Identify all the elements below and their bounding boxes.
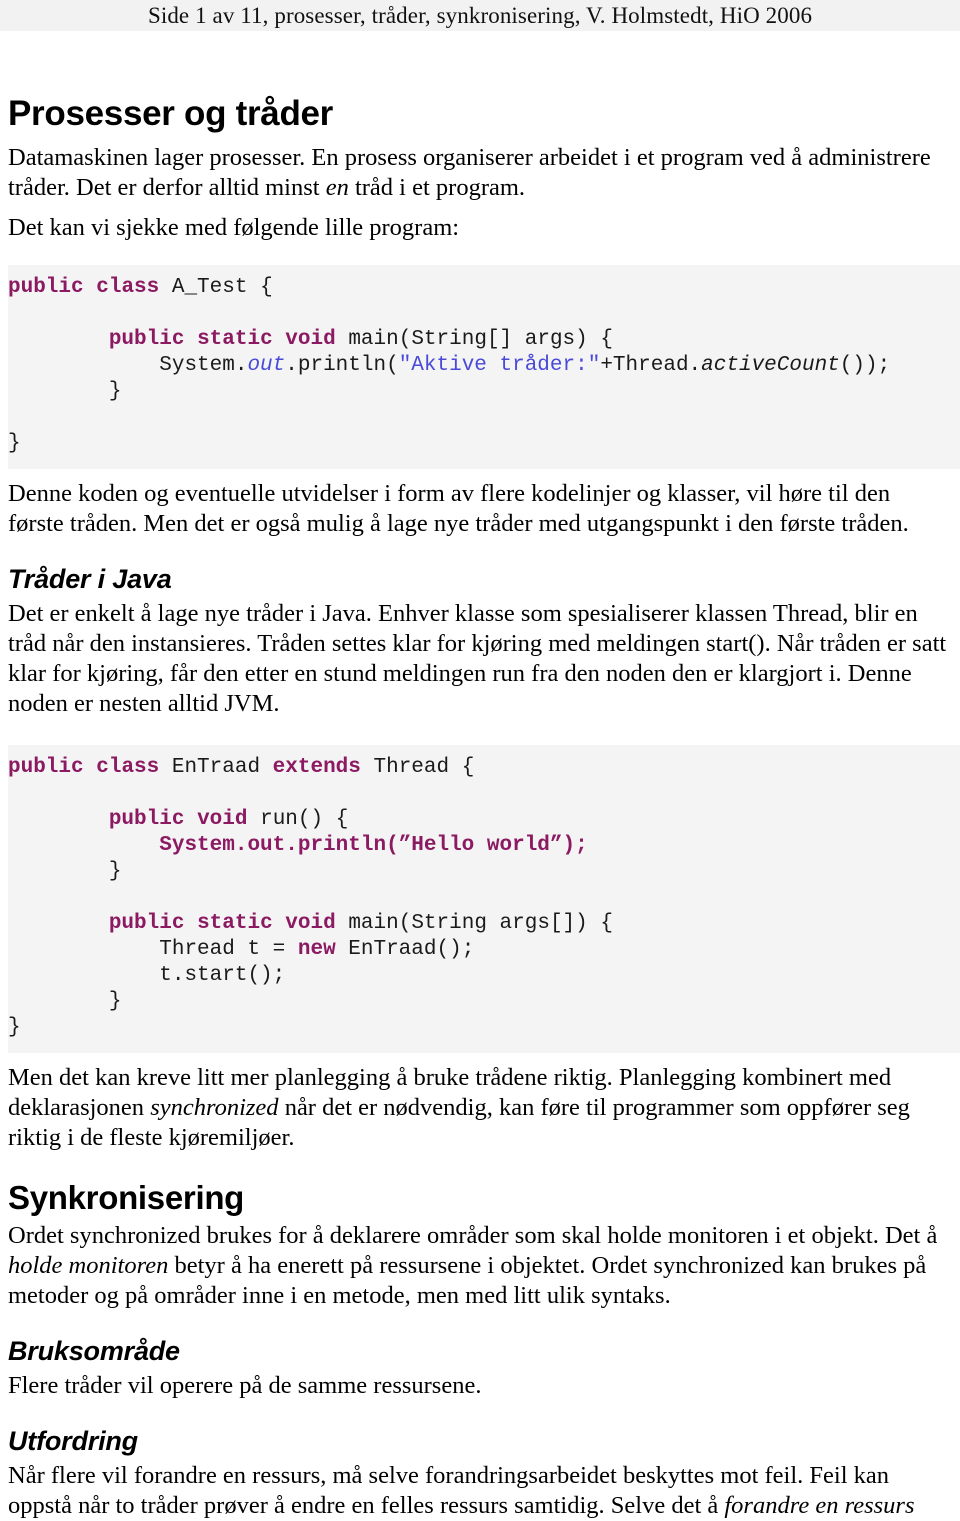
para2-emphasis-synchronized: synchronized	[150, 1094, 279, 1121]
code-start-call: t.start();	[159, 964, 286, 987]
document-page: Side 1 av 11, prosesser, tråder, synkron…	[0, 0, 960, 1519]
paragraph-after-code-2: Men det kan kreve litt mer planlegging å…	[8, 1063, 950, 1153]
paragraph-bruksomrade: Flere tråder vil operere på de samme res…	[8, 1372, 482, 1399]
page-title: Prosesser og tråder	[8, 94, 334, 133]
code-keyword: extends	[272, 756, 361, 779]
code-keyword: void	[285, 912, 336, 935]
code-keyword-new: new	[297, 938, 336, 961]
code-keyword: public	[8, 276, 84, 299]
code-keyword: class	[96, 756, 160, 779]
code-method-signature: main(String[] args) {	[335, 328, 613, 351]
heading-bruksomrade: Bruksområde	[8, 1336, 180, 1366]
code-keyword: void	[197, 808, 248, 831]
heading-synkronisering: Synkronisering	[8, 1179, 245, 1216]
code-keyword: static	[197, 912, 273, 935]
lead-in-code-1: Det kan vi sjekke med følgende lille pro…	[8, 214, 460, 241]
code-keyword: static	[197, 328, 273, 351]
paragraph-synkronisering: Ordet synchronized brukes for å deklarer…	[8, 1221, 950, 1311]
code-classname: A_Test {	[159, 276, 273, 299]
paragraph-trader-i-java: Det er enkelt å lage nye tråder i Java. …	[8, 600, 947, 717]
code-keyword: class	[96, 276, 160, 299]
page-running-header: Side 1 av 11, prosesser, tråder, synkron…	[0, 0, 960, 31]
code-member-out: out	[247, 354, 286, 377]
code-superclass: Thread {	[360, 756, 475, 779]
synk-emphasis-holde-monitoren: holde monitoren	[8, 1252, 169, 1279]
code-keyword: public	[108, 912, 185, 935]
running-head-text: Side 1 av 11, prosesser, tråder, synkron…	[147, 2, 813, 28]
code-block-java-a-test: public class A_Test { public static void…	[8, 265, 960, 469]
code-println-hello-world: System.out.println(”Hello world”);	[159, 834, 588, 857]
code-block-java-entraad: public class EnTraad extends Thread { pu…	[8, 745, 960, 1053]
intro-emphasis: en	[325, 174, 349, 201]
paragraph-utfordring: Når flere vil forandre en ressurs, må se…	[8, 1461, 950, 1521]
code-keyword: public	[8, 756, 84, 779]
document-body: Prosesser og tråder Datamaskinen lager p…	[0, 94, 960, 1521]
code-classname: EnTraad	[159, 756, 273, 779]
heading-trader-i-java: Tråder i Java	[8, 564, 172, 594]
code-member-activecount: activeCount	[701, 354, 840, 377]
synk-part1: Ordet synchronized brukes for å deklarer…	[8, 1222, 938, 1249]
code-keyword: public	[108, 808, 185, 831]
code-keyword: public	[108, 328, 185, 351]
heading-utfordring: Utfordring	[8, 1426, 138, 1456]
code-keyword: void	[285, 328, 336, 351]
intro-text-part2: tråd i et program.	[348, 174, 526, 201]
code-method-signature: main(String args[]) {	[335, 912, 613, 935]
intro-paragraph: Datamaskinen lager prosesser. En prosess…	[8, 143, 950, 203]
paragraph-after-code-1: Denne koden og eventuelle utvidelser i f…	[8, 480, 909, 537]
code-string-literal: "Aktive tråder:"	[398, 354, 601, 377]
code-method-signature: run() {	[247, 808, 349, 831]
utf-emphasis-forandre-en-ressurs: forandre en ressurs	[724, 1492, 915, 1519]
